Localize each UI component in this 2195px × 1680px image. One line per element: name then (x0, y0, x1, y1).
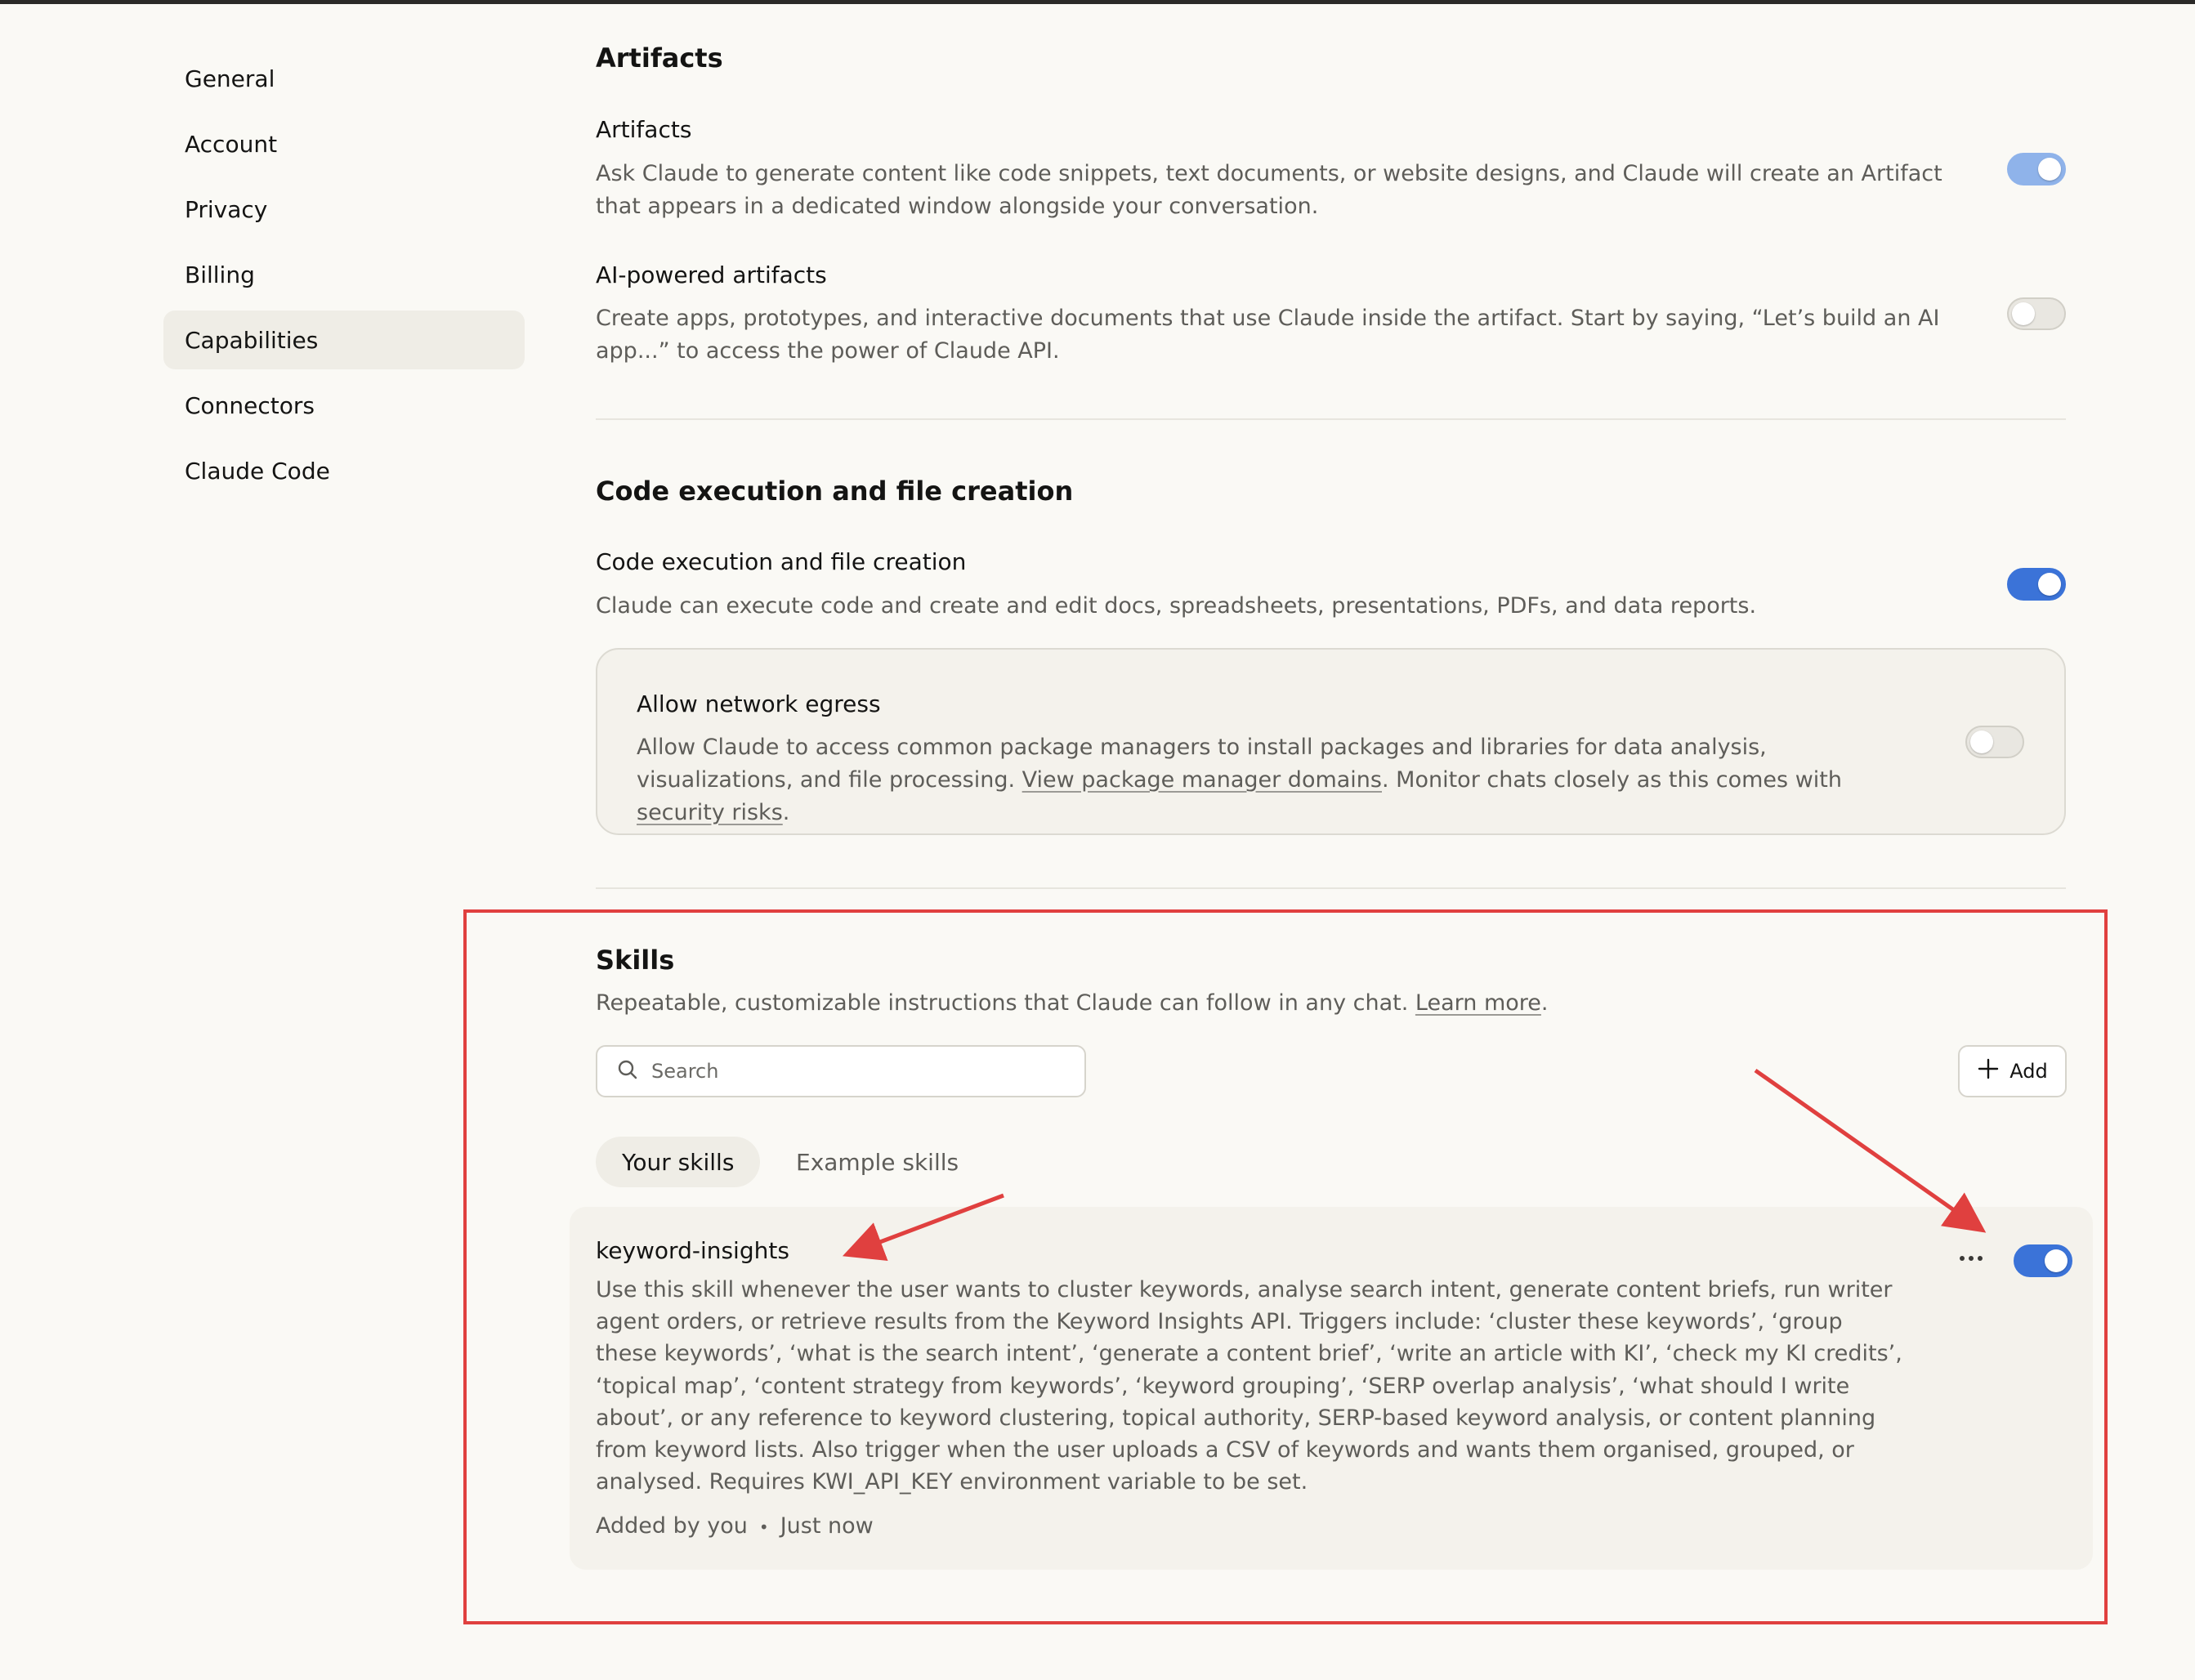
learn-more-link[interactable]: Learn more (1415, 990, 1541, 1016)
egress-desc-text: . Monitor chats closely as this comes wi… (1382, 767, 1842, 793)
network-egress-title: Allow network egress (637, 690, 881, 717)
skill-description: Use this skill whenever the user wants t… (596, 1277, 1902, 1495)
search-input[interactable] (651, 1060, 1060, 1083)
skills-desc-text: . (1540, 990, 1549, 1016)
sidebar-item-general[interactable]: General (163, 49, 525, 108)
tab-label: Example skills (796, 1148, 959, 1176)
sidebar-item-label: Billing (185, 261, 255, 288)
toggle-knob (2045, 1249, 2068, 1272)
dot-icon (1969, 1256, 1974, 1261)
sidebar-item-label: Account (185, 130, 278, 158)
artifacts-heading: Artifacts (596, 42, 723, 74)
window-top-edge (0, 0, 2195, 4)
sidebar-item-label: General (185, 65, 275, 92)
sidebar-item-privacy[interactable]: Privacy (163, 180, 525, 239)
toggle-knob (2012, 302, 2035, 325)
tab-your-skills[interactable]: Your skills (596, 1137, 761, 1187)
ai-artifacts-row-description: Create apps, prototypes, and interactive… (596, 306, 1940, 364)
skills-heading: Skills (596, 945, 675, 976)
sidebar-item-label: Claude Code (185, 457, 330, 485)
skill-meta: Added by you • Just now (596, 1510, 874, 1544)
code-execution-heading: Code execution and file creation (596, 476, 1074, 507)
sidebar-item-label: Connectors (185, 391, 315, 419)
artifacts-toggle[interactable] (2007, 153, 2066, 185)
sidebar-item-connectors[interactable]: Connectors (163, 376, 525, 435)
ai-artifacts-toggle[interactable] (2007, 297, 2066, 330)
toggle-knob (2038, 158, 2061, 181)
skill-added-by: Added by you (596, 1513, 748, 1539)
sidebar-item-label: Capabilities (185, 326, 319, 354)
network-egress-toggle[interactable] (1965, 726, 2024, 758)
add-skill-button[interactable]: Add (1958, 1045, 2067, 1097)
network-egress-description: Allow Claude to access common package ma… (637, 731, 1920, 829)
tab-label: Your skills (622, 1148, 735, 1176)
egress-desc-text: . (782, 800, 790, 825)
section-divider (596, 887, 2066, 889)
skills-description: Repeatable, customizable instructions th… (596, 987, 2050, 1020)
skills-desc-text: Repeatable, customizable instructions th… (596, 990, 1415, 1016)
toggle-knob (1970, 731, 1993, 753)
tab-example-skills[interactable]: Example skills (770, 1137, 985, 1187)
ai-artifacts-row-title: AI-powered artifacts (596, 261, 827, 288)
package-domains-link[interactable]: View package manager domains (1022, 767, 1382, 793)
plus-icon (1977, 1057, 2000, 1085)
add-button-label: Add (2009, 1060, 2048, 1083)
search-icon (617, 1059, 638, 1084)
code-execution-row-title: Code execution and file creation (596, 548, 967, 575)
code-execution-toggle[interactable] (2007, 568, 2066, 601)
arrow-to-skill-toggle (1754, 1068, 1987, 1233)
skill-toggle[interactable] (2014, 1244, 2072, 1277)
section-divider (596, 418, 2066, 420)
skill-added-when: Just now (780, 1513, 874, 1539)
sidebar-item-billing[interactable]: Billing (163, 245, 525, 304)
skills-search[interactable] (596, 1045, 1086, 1097)
skill-name: keyword-insights (596, 1237, 789, 1264)
skill-more-options-button[interactable] (1955, 1242, 1987, 1275)
sidebar-item-account[interactable]: Account (163, 114, 525, 173)
sidebar-item-label: Privacy (185, 195, 268, 223)
settings-sidebar: General Account Privacy Billing Capabili… (163, 49, 525, 507)
meta-separator: • (758, 1517, 769, 1537)
toggle-knob (2038, 573, 2061, 596)
dot-icon (1960, 1256, 1965, 1261)
security-risks-link[interactable]: security risks (637, 800, 783, 825)
sidebar-item-claude-code[interactable]: Claude Code (163, 441, 525, 500)
dot-icon (1978, 1256, 1983, 1261)
artifacts-row-description: Ask Claude to generate content like code… (596, 161, 1942, 219)
code-execution-row-description: Claude can execute code and create and e… (596, 593, 1757, 619)
artifacts-row-title: Artifacts (596, 116, 692, 143)
sidebar-item-capabilities[interactable]: Capabilities (163, 311, 525, 369)
